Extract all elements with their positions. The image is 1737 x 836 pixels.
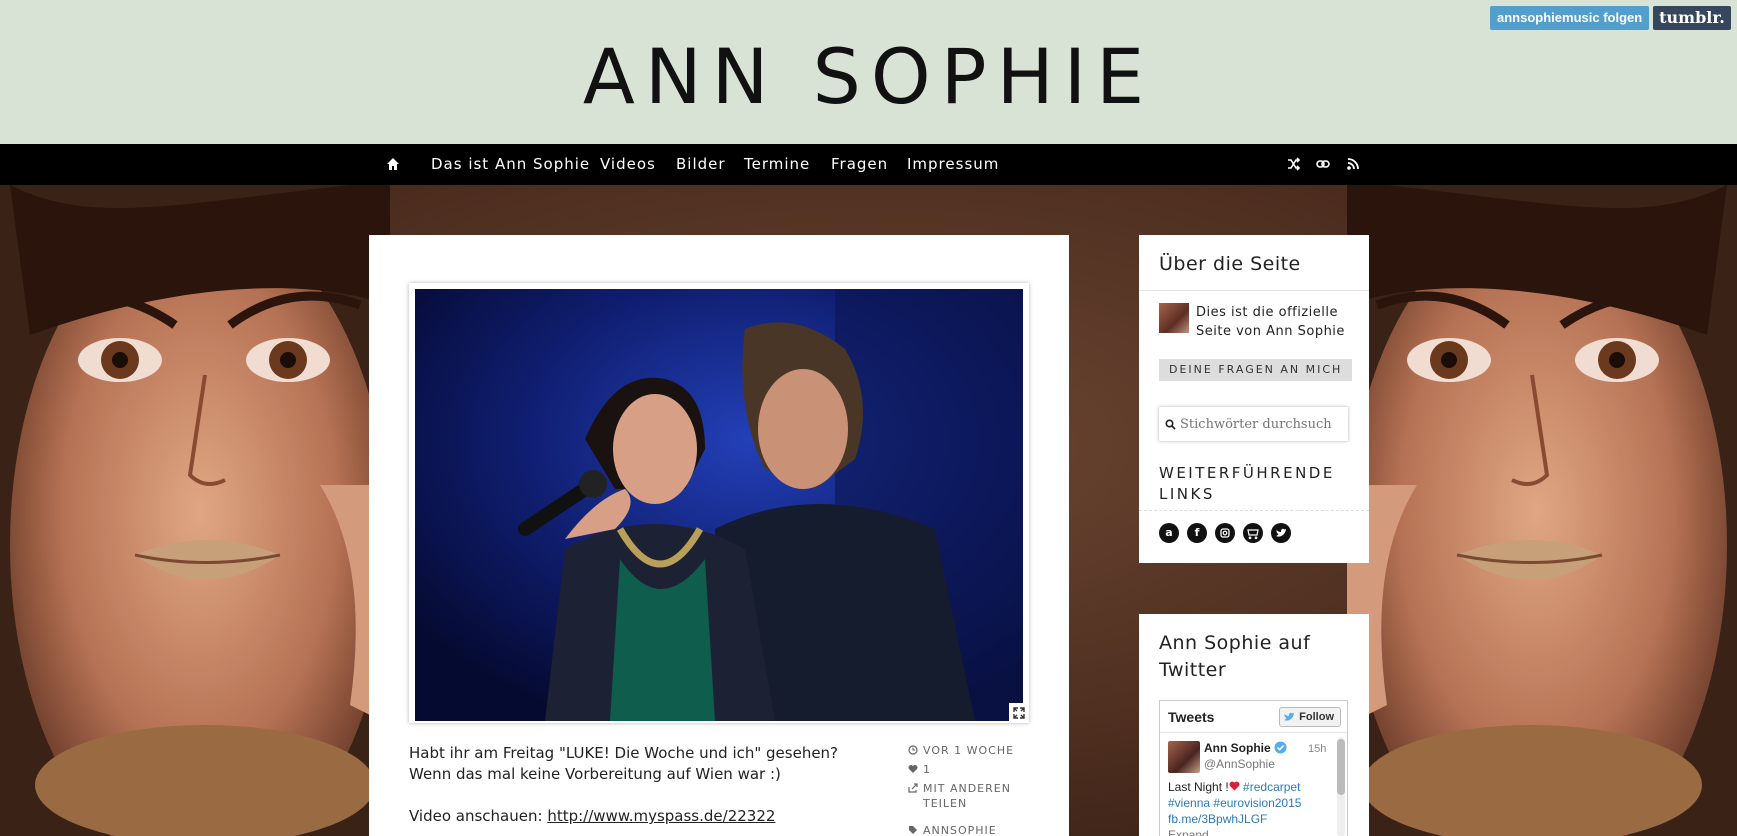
post-share[interactable]: MIT ANDEREN TEILEN	[908, 781, 1018, 811]
post-body: Habt ihr am Freitag "LUKE! Die Woche und…	[409, 743, 884, 836]
sidebar-twitter-box: Ann Sophie auf Twitter Tweets Follow Ann…	[1139, 614, 1369, 836]
divider	[1139, 510, 1369, 511]
about-title: Über die Seite	[1159, 253, 1301, 275]
ask-button[interactable]: DEINE FRAGEN AN MICH	[1159, 359, 1353, 381]
video-label: Video anschauen:	[409, 807, 548, 825]
post-meta: VOR 1 WOCHE 1 MIT ANDEREN TEILEN ANNSOPH…	[908, 743, 1018, 836]
post-likes[interactable]: 1	[908, 762, 1018, 777]
about-section: Dies ist die offizielle Seite von Ann So…	[1159, 303, 1346, 341]
link-icon[interactable]	[1315, 156, 1331, 172]
expand-icon[interactable]	[1009, 703, 1029, 723]
twitter-scrollbar-thumb[interactable]	[1337, 739, 1345, 795]
post-likes-count: 1	[923, 763, 931, 776]
twitter-box-title: Ann Sophie auf Twitter	[1159, 632, 1311, 681]
social-links: a f	[1159, 523, 1291, 543]
tweet-handle[interactable]: @AnnSophie	[1204, 757, 1275, 771]
nav-item-bilder[interactable]: Bilder	[676, 144, 726, 185]
share-icon	[908, 783, 918, 793]
site-logo[interactable]: ANN SOPHIE	[0, 30, 1737, 124]
instagram-icon[interactable]	[1215, 523, 1235, 543]
tweet-author-name[interactable]: Ann Sophie	[1204, 741, 1287, 755]
search-icon	[1165, 418, 1176, 430]
site-header: ANN SOPHIE annsophiemusic folgen tumblr.	[0, 0, 1737, 144]
tweet-author-name-text: Ann Sophie	[1204, 741, 1271, 755]
nav-item-impressum[interactable]: Impressum	[907, 144, 999, 185]
links-title: WEITERFÜHRENDE LINKS	[1159, 464, 1335, 503]
post-share-label: MIT ANDEREN TEILEN	[923, 782, 1011, 810]
tweet-time[interactable]: 15h	[1308, 743, 1326, 755]
tweet-hashtag[interactable]: #vienna	[1168, 796, 1210, 810]
avatar	[1159, 303, 1189, 333]
nav-item-termine[interactable]: Termine	[744, 144, 810, 185]
tumblr-logo[interactable]: tumblr.	[1653, 6, 1731, 30]
post-paragraph: Habt ihr am Freitag "LUKE! Die Woche und…	[409, 744, 839, 783]
divider	[1139, 290, 1369, 291]
tweet-expand[interactable]: Expand	[1168, 828, 1209, 836]
twitter-icon[interactable]	[1271, 523, 1291, 543]
post-photo-frame	[409, 283, 1029, 723]
nav-item-videos[interactable]: Videos	[600, 144, 656, 185]
twitter-widget: Tweets Follow Ann Sophie 15h @AnnSophie …	[1159, 700, 1348, 836]
amazon-icon[interactable]: a	[1159, 523, 1179, 543]
post-photo[interactable]	[415, 289, 1023, 721]
about-text: Dies ist die offizielle Seite von Ann So…	[1196, 305, 1345, 339]
shuffle-icon[interactable]	[1286, 156, 1302, 172]
post-video-line: Video anschauen: http://www.myspass.de/2…	[409, 806, 884, 827]
nav-item-fragen[interactable]: Fragen	[831, 144, 888, 185]
post-tag-label: ANNSOPHIE	[923, 824, 997, 836]
background-portrait-right	[1347, 185, 1737, 836]
tweet-hashtag[interactable]: #eurovision2015	[1213, 796, 1301, 810]
tweet-text: Last Night ! #redcarpet #vienna #eurovis…	[1168, 779, 1328, 836]
search-input[interactable]	[1180, 416, 1340, 432]
heart-icon	[908, 765, 918, 773]
clock-icon	[908, 745, 918, 755]
search-box	[1159, 407, 1348, 441]
rss-icon[interactable]	[1345, 156, 1361, 172]
post-time-label: VOR 1 WOCHE	[923, 744, 1015, 757]
facebook-icon[interactable]: f	[1187, 523, 1207, 543]
main-nav: Das ist Ann Sophie Videos Bilder Termine…	[0, 144, 1737, 185]
home-icon[interactable]	[385, 156, 401, 172]
heart-emoji-icon	[1229, 781, 1240, 791]
twitter-scrollbar[interactable]	[1337, 737, 1345, 836]
post-card: Habt ihr am Freitag "LUKE! Die Woche und…	[369, 235, 1069, 836]
twitter-follow-label: Follow	[1299, 711, 1334, 723]
tweet-text-start: Last Night !	[1168, 780, 1229, 794]
background-portrait-left	[0, 185, 390, 836]
tweet-hashtag[interactable]: #redcarpet	[1243, 780, 1300, 794]
twitter-widget-header: Tweets Follow	[1160, 701, 1347, 733]
video-link[interactable]: http://www.myspass.de/22322	[547, 807, 775, 825]
twitter-widget-title: Tweets	[1168, 709, 1215, 725]
post-tag[interactable]: ANNSOPHIE	[908, 823, 1018, 836]
post-time[interactable]: VOR 1 WOCHE	[908, 743, 1018, 758]
verified-icon	[1274, 741, 1287, 754]
tumblr-follow-button[interactable]: annsophiemusic folgen	[1490, 6, 1650, 30]
tag-icon	[909, 826, 917, 834]
sidebar-about-box: Über die Seite Dies ist die offizielle S…	[1139, 235, 1369, 563]
shop-icon[interactable]	[1243, 523, 1263, 543]
twitter-bird-icon	[1284, 712, 1295, 721]
nav-item-das-ist-ann-sophie[interactable]: Das ist Ann Sophie	[431, 144, 590, 185]
tweet-link[interactable]: fb.me/3BpwhJLGF	[1168, 812, 1267, 826]
tweet-avatar[interactable]	[1168, 741, 1200, 773]
twitter-follow-button[interactable]: Follow	[1279, 707, 1341, 727]
